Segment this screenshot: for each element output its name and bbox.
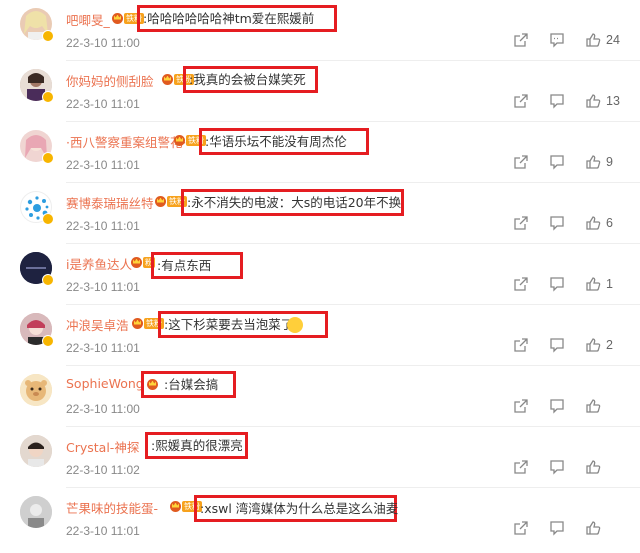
share-icon[interactable] [513, 459, 529, 475]
share-icon[interactable] [513, 337, 529, 353]
like-count: 9 [606, 155, 613, 169]
commenter-name[interactable]: ·西八警察重案组警花· [66, 132, 186, 151]
comment-actions: 24 [513, 32, 620, 48]
like-button[interactable]: 1 [585, 276, 620, 292]
avatar[interactable] [20, 496, 52, 528]
share-icon[interactable] [513, 215, 529, 231]
comment-actions [513, 398, 620, 414]
comment-actions: 9 [513, 154, 620, 170]
comment-icon[interactable] [549, 337, 565, 353]
comment-text: :熙媛真的很漂亮 [145, 432, 248, 459]
avatar[interactable] [20, 374, 52, 406]
commenter-name[interactable]: Crystal-神探 [66, 437, 139, 456]
comment-text: :xswl 湾湾媒体为什么总是这么油麦 [194, 495, 398, 522]
comment-time: 22-3-10 11:00 [66, 36, 140, 50]
comment-time: 22-3-10 11:01 [66, 158, 140, 172]
comment-time: 22-3-10 11:00 [66, 402, 140, 416]
verified-icon [42, 30, 54, 42]
comment-item: 吧唧旻_ 铁粉 :哈哈哈哈哈哈神tm爱在熙媛前 22-3-10 11:00 24 [0, 0, 640, 61]
verified-icon [42, 152, 54, 164]
verified-icon [42, 274, 54, 286]
comment-icon[interactable] [549, 459, 565, 475]
like-count: 13 [606, 94, 620, 108]
comment-item: ·西八警察重案组警花· 铁粉 :华语乐坛不能没有周杰伦 22-3-10 11:0… [0, 122, 640, 183]
comment-icon[interactable] [549, 398, 565, 414]
comment-time: 22-3-10 11:01 [66, 524, 140, 538]
like-button[interactable] [585, 398, 620, 414]
commenter-name[interactable]: 吧唧旻_ [66, 10, 110, 29]
share-icon[interactable] [513, 276, 529, 292]
commenter-name[interactable]: 冲浪吴卓浩 [66, 315, 129, 334]
comment-item: SophieWong :台媒会搞 22-3-10 11:00 [0, 366, 640, 427]
comment-item: 芒果味的技能蛋- 铁粉 :xswl 湾湾媒体为什么总是这么油麦 22-3-10 … [0, 488, 640, 549]
comment-text: :永不消失的电波：大s的电话20年不换 [181, 189, 404, 216]
verified-icon [42, 335, 54, 347]
share-icon[interactable] [513, 93, 529, 109]
comment-actions [513, 520, 620, 536]
comment-actions [513, 459, 620, 475]
like-count: 2 [606, 338, 613, 352]
comment-actions: 6 [513, 215, 620, 231]
like-button[interactable]: 24 [585, 32, 620, 48]
comment-time: 22-3-10 11:01 [66, 341, 140, 355]
commenter-name[interactable]: 芒果味的技能蛋- [66, 498, 158, 517]
like-button[interactable]: 13 [585, 93, 620, 109]
like-button[interactable]: 9 [585, 154, 620, 170]
comment-item: 冲浪吴卓浩 铁粉 :这下杉菜要去当泡菜了 22-3-10 11:01 2 [0, 305, 640, 366]
commenter-name[interactable]: SophieWong [66, 376, 144, 391]
comment-actions: 2 [513, 337, 620, 353]
avatar[interactable] [20, 435, 52, 467]
comment-item: 你妈妈的侧刮脸 铁粉 :我真的会被台媒笑死 22-3-10 11:01 13 [0, 61, 640, 122]
like-button[interactable] [585, 520, 620, 536]
comment-actions: 13 [513, 93, 620, 109]
comment-actions: 1 [513, 276, 620, 292]
comment-item: i是养鱼达人 粉 :有点东西 22-3-10 11:01 1 [0, 244, 640, 305]
comment-icon[interactable] [549, 32, 565, 48]
comment-icon[interactable] [549, 93, 565, 109]
comment-text: :华语乐坛不能没有周杰伦 [199, 128, 369, 155]
like-button[interactable]: 2 [585, 337, 620, 353]
comment-time: 22-3-10 11:02 [66, 463, 140, 477]
like-count: 6 [606, 216, 613, 230]
comment-icon[interactable] [549, 215, 565, 231]
comment-text: :哈哈哈哈哈哈神tm爱在熙媛前 [137, 5, 337, 32]
comment-icon[interactable] [549, 276, 565, 292]
share-icon[interactable] [513, 32, 529, 48]
comment-icon[interactable] [549, 520, 565, 536]
comment-item: Crystal-神探 :熙媛真的很漂亮 22-3-10 11:02 [0, 427, 640, 488]
like-count: 1 [606, 277, 613, 291]
like-button[interactable] [585, 459, 620, 475]
comment-item: 赛博泰瑞瑞丝特 铁粉 :永不消失的电波：大s的电话20年不换 22-3-10 1… [0, 183, 640, 244]
emoji-laugh-icon [287, 317, 303, 333]
share-icon[interactable] [513, 398, 529, 414]
like-button[interactable]: 6 [585, 215, 620, 231]
like-count: 24 [606, 33, 620, 47]
verified-icon [42, 91, 54, 103]
comment-time: 22-3-10 11:01 [66, 97, 140, 111]
share-icon[interactable] [513, 520, 529, 536]
comment-time: 22-3-10 11:01 [66, 219, 140, 233]
comment-text: :有点东西 [151, 252, 243, 279]
commenter-name[interactable]: 你妈妈的侧刮脸 [66, 71, 154, 90]
comment-text: :我真的会被台媒笑死 [183, 66, 318, 93]
commenter-name[interactable]: 赛博泰瑞瑞丝特 [66, 193, 154, 212]
comment-text: :台媒会搞 [141, 371, 236, 398]
share-icon[interactable] [513, 154, 529, 170]
comment-time: 22-3-10 11:01 [66, 280, 140, 294]
verified-icon [42, 213, 54, 225]
commenter-name[interactable]: i是养鱼达人 [66, 254, 132, 273]
comment-icon[interactable] [549, 154, 565, 170]
